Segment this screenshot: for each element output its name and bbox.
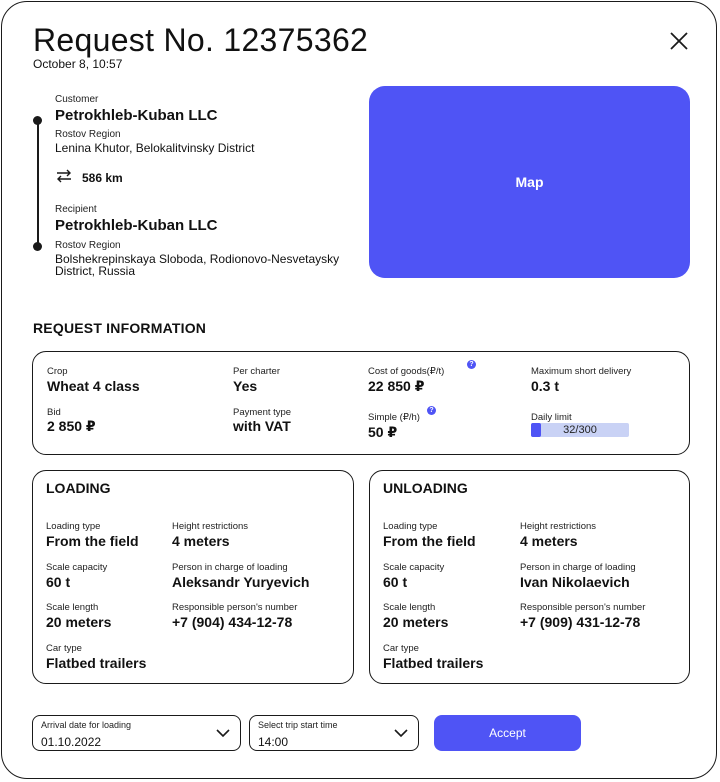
car-type-label: Car type [46,643,82,654]
swap-arrows-icon [57,169,71,183]
scale-capacity-value: 60 t [46,574,71,590]
unloading-card: UNLOADING Loading type From the field He… [369,470,690,684]
customer-region: Rostov Region [55,129,121,140]
recipient-region: Rostov Region [55,240,121,251]
chevron-down-icon [216,729,230,738]
phone-value: +7 (904) 434-12-78 [172,614,293,630]
person-value: Aleksandr Yuryevich [172,574,310,590]
unloading-phone-value: +7 (909) 431-12-78 [520,614,641,630]
crop-value: Wheat 4 class [47,378,140,394]
unloading-height-value: 4 meters [520,533,578,549]
route-start-dot [33,116,42,125]
route-line [37,120,39,248]
unloading-car-type-label: Car type [383,643,419,654]
payment-type-label: Payment type [233,407,292,418]
map-label: Map [515,174,544,190]
unloading-person-value: Ivan Nikolaevich [520,574,630,590]
arrival-date-label: Arrival date for loading [41,720,132,730]
daily-limit-bar: 32/300 [531,423,629,437]
loading-card: LOADING Loading type From the field Heig… [32,470,354,684]
customer-company: Petrokhleb-Kuban LLC [55,107,218,124]
help-icon[interactable]: ? [427,406,436,415]
daily-limit-text: 32/300 [563,424,597,436]
route-distance: 586 km [82,171,123,185]
max-short-label: Maximum short delivery [531,366,632,377]
height-value: 4 meters [172,533,230,549]
unloading-phone-label: Responsible person's number [520,602,646,613]
payment-type-value: with VAT [233,418,291,434]
scale-length-label: Scale length [46,602,99,613]
unloading-scale-capacity-value: 60 t [383,574,408,590]
cost-value: 22 850 ₽ [368,378,425,394]
loading-type-label: Loading type [46,521,101,532]
customer-address: Lenina Khutor, Belokalitvinsky District [55,141,255,155]
trip-start-label: Select trip start time [258,720,338,730]
chevron-down-icon [394,729,408,738]
daily-limit-label: Daily limit [531,412,572,423]
cost-label: Cost of goods(₽/t) [368,366,445,377]
person-label: Person in charge of loading [172,562,288,573]
per-charter-value: Yes [233,378,258,394]
unloading-car-type-value: Flatbed trailers [383,655,484,671]
recipient-company: Petrokhleb-Kuban LLC [55,217,218,234]
route-end-dot [33,242,42,251]
car-type-value: Flatbed trailers [46,655,147,671]
loading-type-value: From the field [46,533,139,549]
scale-capacity-label: Scale capacity [46,562,108,573]
help-icon[interactable]: ? [467,360,476,369]
recipient-label: Recipient [55,204,97,215]
unloading-type-value: From the field [383,533,476,549]
crop-label: Crop [47,366,68,377]
unloading-person-label: Person in charge of loading [520,562,636,573]
bid-label: Bid [47,407,61,418]
arrival-date-value: 01.10.2022 [41,735,102,749]
request-info-card: Crop Wheat 4 class Per charter Yes Cost … [32,351,690,455]
height-label: Height restrictions [172,521,249,532]
unloading-height-label: Height restrictions [520,521,597,532]
simple-value: 50 ₽ [368,424,398,440]
request-date: October 8, 10:57 [33,57,123,71]
request-modal: Request No. 12375362 October 8, 10:57 Cu… [1,1,717,779]
page-title: Request No. 12375362 [33,22,369,58]
trip-start-select[interactable]: Select trip start time 14:00 [249,715,419,751]
scale-length-value: 20 meters [46,614,112,630]
phone-label: Responsible person's number [172,602,298,613]
unloading-scale-capacity-label: Scale capacity [383,562,445,573]
arrival-date-select[interactable]: Arrival date for loading 01.10.2022 [32,715,241,751]
per-charter-label: Per charter [233,366,280,377]
trip-start-value: 14:00 [258,735,289,749]
unloading-scale-length-label: Scale length [383,602,436,613]
max-short-value: 0.3 t [531,378,560,394]
request-info-title: REQUEST INFORMATION [33,320,207,336]
loading-title: LOADING [46,480,111,496]
accept-button[interactable]: Accept [434,715,581,751]
unloading-scale-length-value: 20 meters [383,614,449,630]
unloading-title: UNLOADING [383,480,468,496]
customer-label: Customer [55,94,99,105]
bid-value: 2 850 ₽ [47,418,96,434]
map-panel[interactable]: Map [369,86,690,278]
close-icon[interactable] [666,28,692,54]
unloading-type-label: Loading type [383,521,438,532]
recipient-address-line2: District, Russia [55,264,136,278]
simple-label: Simple (₽/h) [368,412,420,423]
